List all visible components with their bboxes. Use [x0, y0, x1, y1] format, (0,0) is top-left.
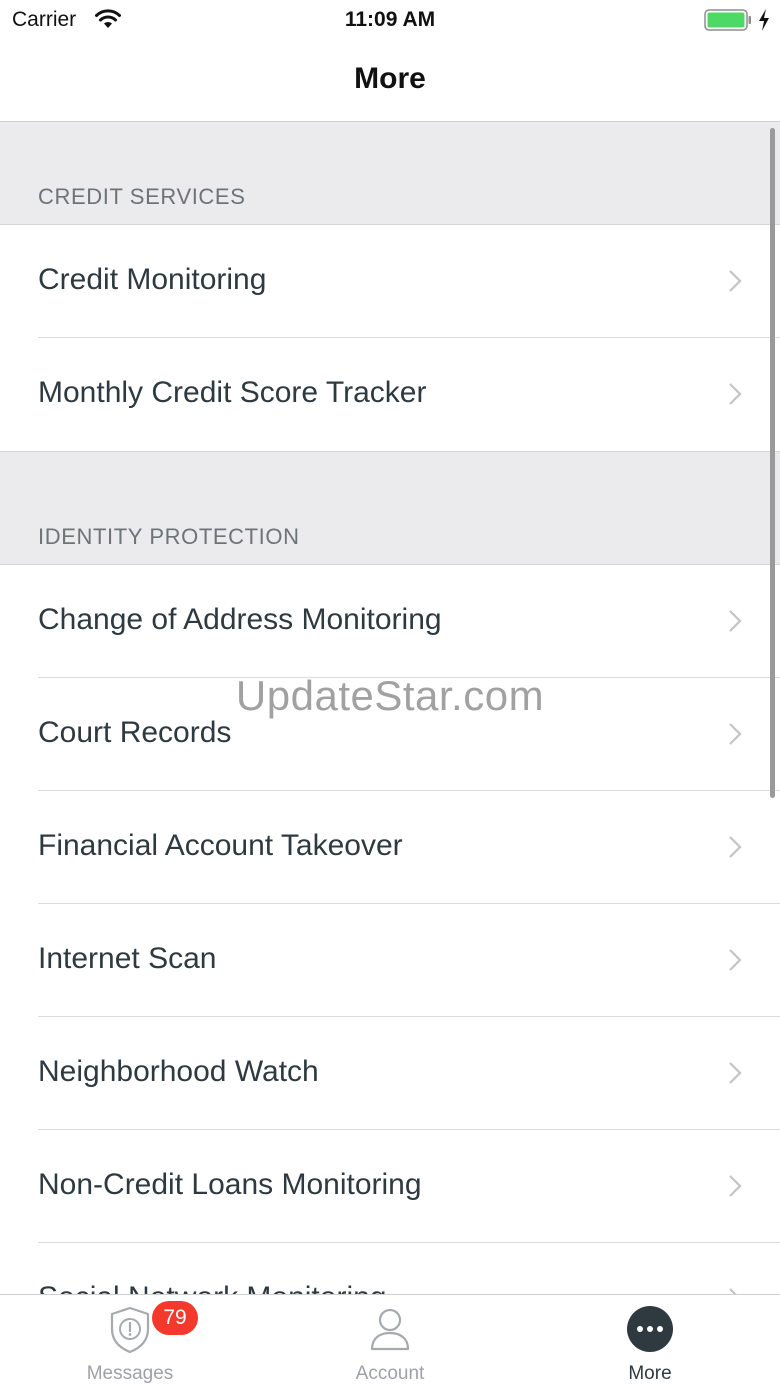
- chevron-right-icon: [729, 723, 742, 745]
- chevron-right-icon: [729, 383, 742, 405]
- chevron-right-icon: [729, 1288, 737, 1294]
- tab-bar: 79 Messages Account More: [0, 1294, 780, 1387]
- charging-bolt-icon: [759, 9, 769, 31]
- tab-more[interactable]: More: [520, 1295, 780, 1387]
- chevron-right-icon: [729, 1062, 742, 1084]
- list-item-label: Internet Scan: [38, 942, 217, 975]
- chevron-right-icon: [729, 836, 742, 858]
- navigation-bar: More: [0, 40, 780, 122]
- list-item-non-credit-loans-monitoring[interactable]: Non-Credit Loans Monitoring: [0, 1130, 780, 1243]
- page-title: More: [354, 62, 426, 95]
- list-item-internet-scan[interactable]: Internet Scan: [0, 904, 780, 1017]
- list-item-label: Neighborhood Watch: [38, 1055, 319, 1088]
- list-item-social-network-monitoring[interactable]: Social Network Monitoring: [0, 1243, 780, 1294]
- shield-alert-icon: [110, 1306, 150, 1354]
- list-item-label: Court Records: [38, 716, 232, 749]
- clock: 11:09 AM: [344, 8, 436, 31]
- tab-label: Account: [355, 1363, 425, 1384]
- tab-account[interactable]: Account: [260, 1295, 520, 1387]
- chevron-right-icon: [729, 949, 742, 971]
- chevron-right-icon: [729, 1175, 742, 1197]
- tab-label: More: [628, 1363, 672, 1384]
- section-label: CREDIT SERVICES: [38, 184, 246, 209]
- more-dots-icon: [627, 1306, 673, 1352]
- chevron-right-icon: [729, 610, 742, 632]
- person-icon: [370, 1308, 410, 1351]
- list-item-label: Financial Account Takeover: [38, 829, 403, 862]
- tab-messages[interactable]: 79 Messages: [0, 1295, 260, 1387]
- list-item-label: Social Network Monitoring: [38, 1281, 386, 1294]
- section-label: IDENTITY PROTECTION: [38, 524, 300, 549]
- watermark: UpdateStar.com: [235, 672, 545, 719]
- battery-icon: [704, 9, 751, 31]
- section-header-identity-protection: IDENTITY PROTECTION: [0, 451, 780, 565]
- list-item-credit-monitoring[interactable]: Credit Monitoring: [0, 225, 780, 338]
- tab-label: Messages: [86, 1363, 174, 1384]
- unread-count-badge: 79: [152, 1301, 198, 1335]
- list-item-label: Credit Monitoring: [38, 263, 267, 296]
- list-item-neighborhood-watch[interactable]: Neighborhood Watch: [0, 1017, 780, 1130]
- chevron-right-icon: [729, 270, 742, 292]
- list-item-change-of-address-monitoring[interactable]: Change of Address Monitoring: [0, 565, 780, 678]
- section-header-credit-services: CREDIT SERVICES: [0, 122, 780, 225]
- list-item-financial-account-takeover[interactable]: Financial Account Takeover: [0, 791, 780, 904]
- list-item-label: Non-Credit Loans Monitoring: [38, 1168, 422, 1201]
- list-item-label: Change of Address Monitoring: [38, 603, 442, 636]
- status-bar: Carrier 11:09 AM: [0, 0, 780, 40]
- list-item-label: Monthly Credit Score Tracker: [38, 376, 427, 409]
- list-item-monthly-credit-score-tracker[interactable]: Monthly Credit Score Tracker: [0, 338, 780, 451]
